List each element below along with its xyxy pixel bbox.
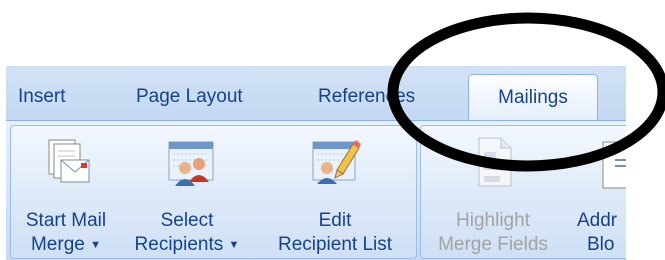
annotation-circle bbox=[387, 12, 665, 172]
document-envelope-icon bbox=[48, 139, 90, 183]
select-recipients-label-line2: Recipients ▼ bbox=[121, 233, 253, 257]
tab-insert[interactable]: Insert bbox=[18, 77, 66, 117]
start-mail-merge-label-text: Merge bbox=[30, 234, 85, 255]
address-book-people-icon bbox=[168, 141, 214, 186]
dropdown-arrow-icon: ▼ bbox=[90, 239, 102, 251]
edit-recipient-list-label-line2: Recipient List bbox=[277, 234, 393, 255]
highlight-merge-fields-label-line1: Highlight bbox=[456, 210, 530, 231]
highlight-merge-fields-label-line2: Merge Fields bbox=[438, 234, 548, 255]
address-block-label-line2: Blo bbox=[587, 234, 615, 255]
start-mail-merge-label-line1: Start Mail bbox=[25, 210, 107, 231]
tab-page-layout[interactable]: Page Layout bbox=[136, 77, 243, 117]
address-block-label-line1: Addr bbox=[577, 210, 618, 231]
select-recipients-button[interactable]: Select Recipients ▼ bbox=[121, 126, 253, 258]
address-book-pencil-icon bbox=[312, 140, 361, 184]
start-mail-merge-group: Start Mail Merge ▼ Select Recipients ▼ E… bbox=[10, 125, 417, 259]
edit-recipient-list-label-line1: Edit bbox=[318, 210, 352, 231]
start-mail-merge-label-line2: Merge ▼ bbox=[11, 233, 121, 257]
select-recipients-label-line1: Select bbox=[160, 210, 214, 231]
select-recipients-label-text: Recipients bbox=[134, 234, 224, 255]
dropdown-arrow-icon: ▼ bbox=[228, 239, 240, 251]
start-mail-merge-button[interactable]: Start Mail Merge ▼ bbox=[11, 126, 121, 258]
